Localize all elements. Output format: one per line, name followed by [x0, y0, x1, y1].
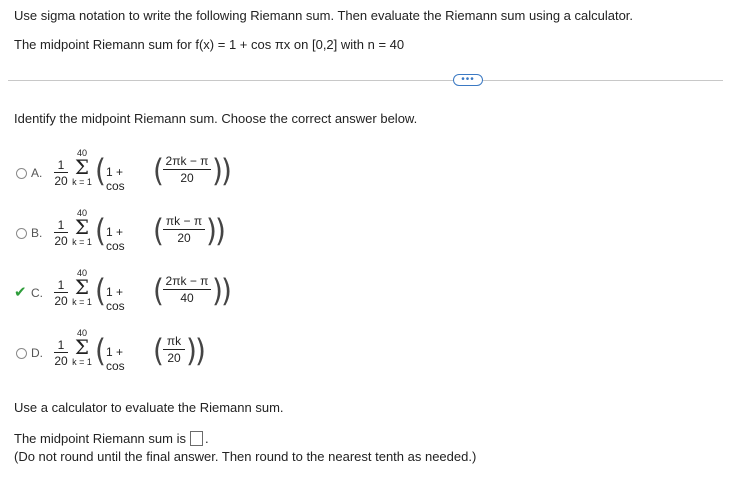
coefficient-fraction: 1 20 — [54, 338, 68, 368]
choice-letter: B. — [31, 226, 43, 240]
left-paren: ( — [95, 332, 106, 369]
argument-fraction: πk 20 — [163, 334, 185, 365]
radio-button-a[interactable] — [16, 168, 27, 179]
right-paren: ) — [215, 212, 226, 249]
sigma-symbol: 40 Σk = 1 — [72, 148, 92, 187]
choice-d[interactable]: D. 1 20 40 Σk = 1 ( 1 + cos ( πk 20 ) ) — [14, 328, 314, 378]
sigma-symbol: 40 Σk = 1 — [72, 268, 92, 307]
divider — [8, 80, 723, 81]
choice-b[interactable]: B. 1 20 40 Σk = 1 ( 1 + cos ( πk − π 20 ) ) — [14, 208, 314, 258]
radio-button-b[interactable] — [16, 228, 27, 239]
choice-a[interactable]: A. 1 20 40 Σk = 1 ( 1 + cos ( 2πk − π 20 ) … — [14, 148, 314, 198]
sigma-symbol: 40 Σk = 1 — [72, 208, 92, 247]
argument-fraction: 2πk − π 20 — [163, 154, 211, 185]
coefficient-fraction: 1 20 — [54, 278, 68, 308]
right-paren: ) — [195, 332, 206, 369]
right-paren: ) — [221, 272, 232, 309]
right-paren: ) — [221, 152, 232, 189]
left-paren: ( — [95, 272, 106, 309]
coefficient-fraction: 1 20 — [54, 158, 68, 188]
choice-letter: A. — [31, 166, 43, 180]
ellipsis-icon: ••• — [461, 74, 475, 85]
choice-letter: D. — [31, 346, 43, 360]
radio-button-d[interactable] — [16, 348, 27, 359]
cos-term: 1 + cos — [106, 285, 125, 313]
choice-letter: C. — [31, 286, 43, 300]
cos-term: 1 + cos — [106, 165, 125, 193]
answer-suffix: . — [204, 431, 209, 446]
cos-term: 1 + cos — [106, 345, 125, 373]
checkmark-icon: ✔ — [14, 284, 27, 301]
answer-label: The midpoint Riemann sum is — [14, 431, 186, 446]
coefficient-fraction: 1 20 — [54, 218, 68, 248]
answer-input[interactable] — [189, 431, 203, 446]
cos-term: 1 + cos — [106, 225, 125, 253]
choice-c[interactable]: ✔ C. 1 20 40 Σk = 1 ( 1 + cos ( 2πk − π 40 … — [14, 268, 314, 318]
left-paren: ( — [95, 152, 106, 189]
rounding-note: (Do not round until the final answer. Th… — [14, 449, 477, 464]
argument-fraction: 2πk − π 40 — [163, 274, 211, 305]
left-paren: ( — [95, 212, 106, 249]
answer-line: The midpoint Riemann sum is . — [14, 431, 209, 446]
sigma-symbol: 40 Σk = 1 — [72, 328, 92, 367]
argument-fraction: πk − π 20 — [163, 214, 205, 245]
question-prompt: Identify the midpoint Riemann sum. Choos… — [14, 111, 418, 126]
instruction-text: Use sigma notation to write the followin… — [14, 8, 634, 23]
problem-statement: The midpoint Riemann sum for f(x) = 1 + … — [14, 37, 405, 52]
more-options-button[interactable]: ••• — [453, 74, 483, 86]
evaluate-prompt: Use a calculator to evaluate the Riemann… — [14, 400, 284, 415]
